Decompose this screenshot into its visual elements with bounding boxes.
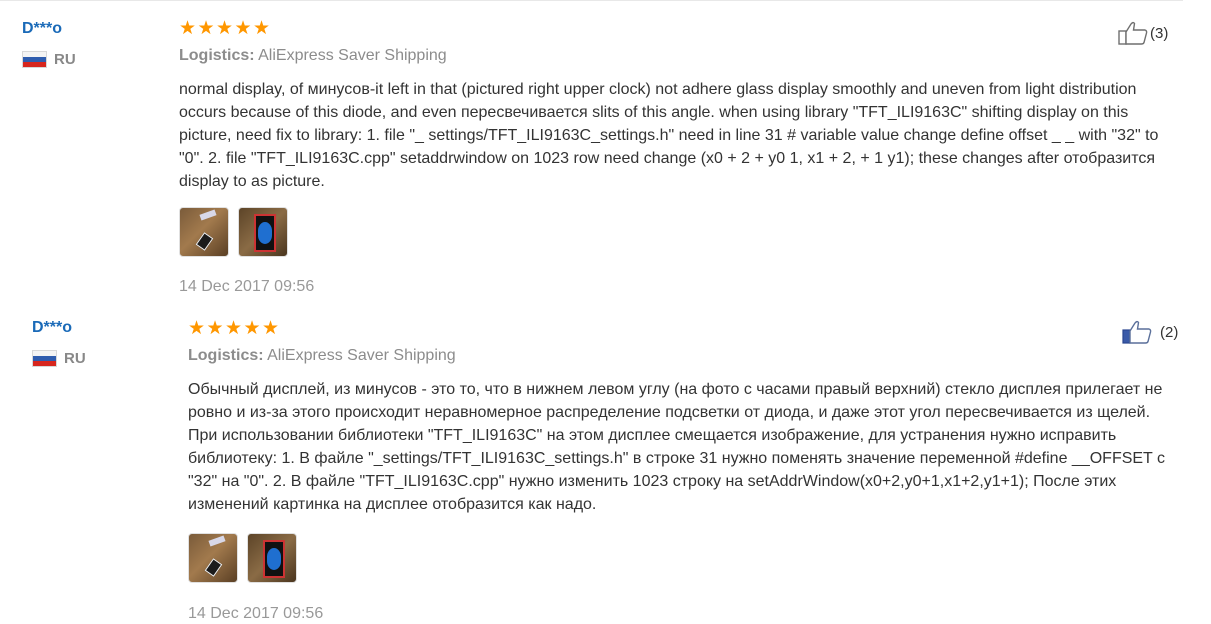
review-text: normal display, of минусов-it left in th… [179, 81, 1159, 190]
review-date: 14 Dec 2017 09:56 [188, 605, 324, 622]
russia-flag-icon [32, 350, 57, 367]
star-icon: ★ [197, 17, 215, 39]
country-code: RU [64, 350, 86, 367]
review-photos [179, 207, 1179, 257]
review-photo-display-clock[interactable] [238, 207, 288, 257]
star-icon: ★ [188, 317, 206, 339]
star-icon: ★ [262, 317, 280, 339]
photo-detail [208, 535, 226, 547]
photo-detail [195, 232, 214, 251]
logistics-info: Logistics: AliExpress Saver Shipping [179, 46, 1179, 66]
star-icon: ★ [179, 17, 197, 39]
review-text: Обычный дисплей, из минусов - это то, чт… [188, 381, 1165, 513]
photo-detail [199, 209, 217, 221]
buyer-country: RU [22, 51, 76, 68]
logistics-info: Logistics: AliExpress Saver Shipping [188, 346, 1188, 366]
logistics-label: Logistics: [179, 47, 255, 64]
review-content: ★ ★ ★ ★ ★ Logistics: AliExpress Saver Sh… [188, 319, 1188, 624]
photo-detail [254, 214, 276, 252]
buyer-name[interactable]: D***o [32, 318, 86, 338]
star-icon: ★ [216, 17, 234, 39]
star-icon: ★ [206, 317, 224, 339]
russia-flag-icon [22, 51, 47, 68]
thumbs-up-icon[interactable] [1118, 21, 1148, 45]
divider [0, 0, 1183, 1]
review-content: ★ ★ ★ ★ ★ Logistics: AliExpress Saver Sh… [179, 19, 1179, 297]
star-icon: ★ [225, 317, 243, 339]
buyer-info: D***o RU [22, 19, 76, 68]
logistics-label: Logistics: [188, 347, 264, 364]
star-rating: ★ ★ ★ ★ ★ [188, 319, 1188, 338]
review-photo-display-parts[interactable] [188, 533, 238, 583]
helpful-count: (3) [1150, 24, 1169, 42]
review-photo-display-parts[interactable] [179, 207, 229, 257]
thumbs-up-icon[interactable] [1122, 320, 1152, 344]
buyer-country: RU [32, 350, 86, 367]
photo-detail [204, 558, 223, 577]
review-photo-display-clock[interactable] [247, 533, 297, 583]
star-icon: ★ [234, 17, 252, 39]
star-icon: ★ [243, 317, 261, 339]
helpful-count: (2) [1160, 323, 1179, 341]
buyer-info: D***o RU [32, 318, 86, 367]
helpful-vote: (2) [1122, 320, 1178, 344]
photo-detail [263, 540, 285, 578]
logistics-value: AliExpress Saver Shipping [267, 347, 456, 364]
helpful-vote: (3) [1118, 21, 1168, 45]
review-date: 14 Dec 2017 09:56 [179, 278, 315, 295]
star-rating: ★ ★ ★ ★ ★ [179, 19, 1179, 38]
star-icon: ★ [253, 17, 271, 39]
logistics-value: AliExpress Saver Shipping [258, 47, 447, 64]
country-code: RU [54, 51, 76, 68]
buyer-name[interactable]: D***o [22, 19, 76, 39]
review-photos [188, 533, 1188, 583]
